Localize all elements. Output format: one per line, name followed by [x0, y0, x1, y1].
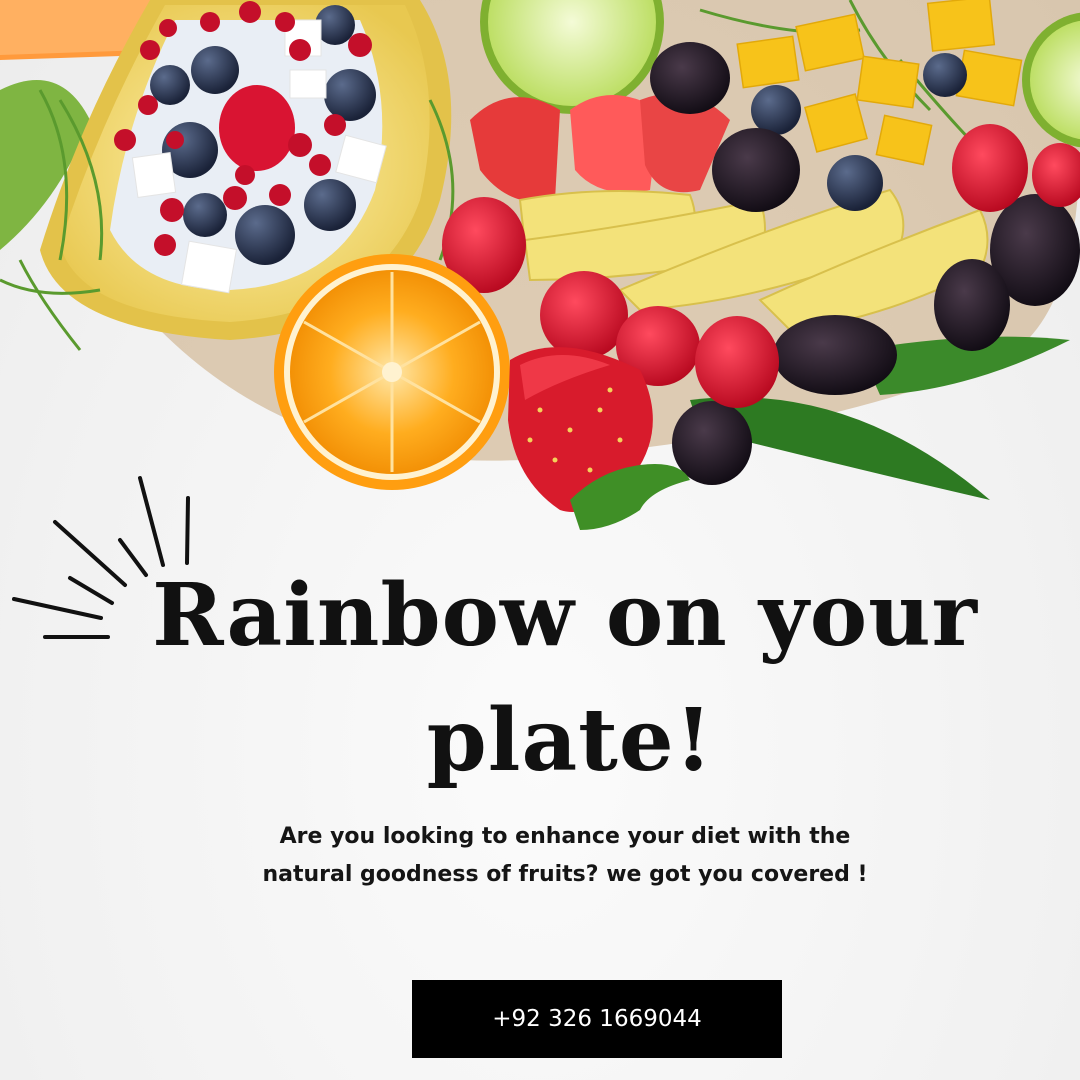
- body-text-line-1: Are you looking to enhance your diet wit…: [279, 824, 851, 849]
- headline-line-1: Rainbow on your: [152, 565, 978, 666]
- poster: Rainbow on your plate! Are you looking t…: [0, 0, 1080, 1080]
- headline-line-2: plate!: [426, 690, 714, 791]
- phone-number-label: +92 326 1669044: [492, 1006, 702, 1032]
- phone-number-button[interactable]: +92 326 1669044: [412, 980, 782, 1058]
- body-text-line-2: natural goodness of fruits? we got you c…: [262, 862, 868, 887]
